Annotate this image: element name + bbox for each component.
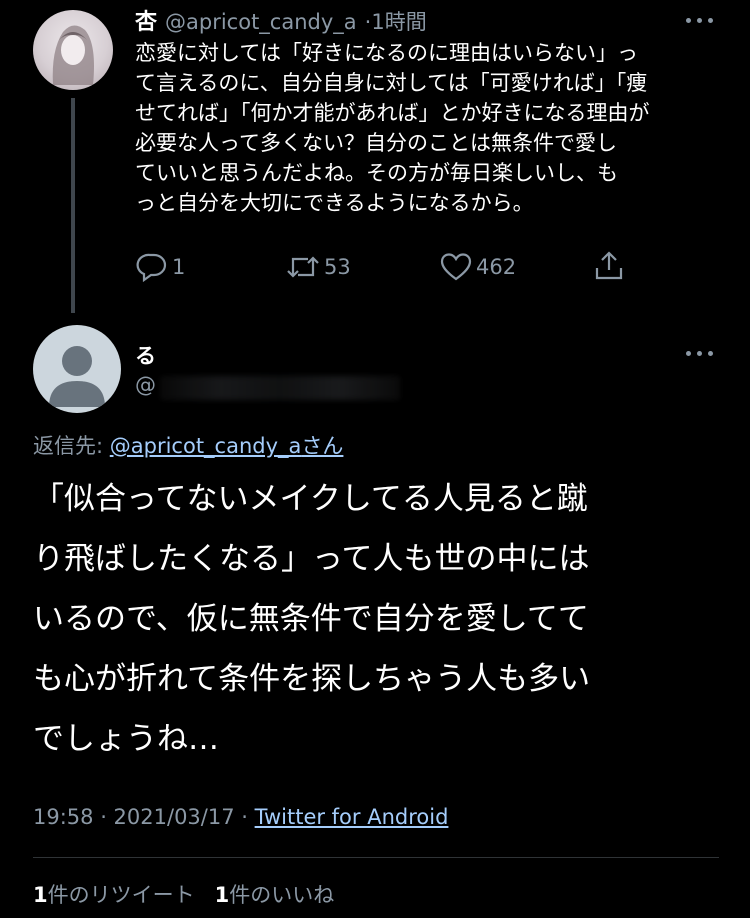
reply-meta: 19:58 · 2021/03/17 · Twitter for Android [33, 805, 448, 829]
parent-more-icon[interactable] [686, 18, 713, 23]
replying-to-suffix[interactable]: さん [301, 434, 343, 458]
reply-timestamp[interactable]: 19:58 · 2021/03/17 · [33, 805, 255, 829]
retweet-stat[interactable]: 1件のリツイート [33, 879, 195, 909]
retweet-stat-count: 1 [33, 883, 48, 907]
replying-to-handle[interactable]: @apricot_candy_a [110, 434, 302, 458]
retweet-icon [287, 256, 319, 278]
share-icon [595, 251, 623, 280]
retweet-stat-label: 件のリツイート [47, 883, 195, 907]
retweet-button[interactable]: 53 [286, 252, 351, 282]
parent-time[interactable]: 1時間 [371, 6, 426, 36]
like-button[interactable]: 462 [440, 252, 516, 282]
parent-avatar[interactable] [33, 10, 113, 90]
divider [33, 857, 719, 858]
like-stat-label: 件のいいね [229, 883, 335, 907]
reply-source-link[interactable]: Twitter for Android [255, 805, 449, 829]
like-stat[interactable]: 1件のいいね [215, 879, 335, 909]
parent-tweet-text: 恋愛に対しては「好きになるのに理由はいらない」っ て言えるのに、自分自身に対して… [135, 41, 650, 215]
reply-handle[interactable]: @ [135, 373, 156, 397]
reply-tweet-text: 「似合ってないメイクしてる人見ると蹴 り飛ばしたくなる」って人も世の中には いる… [33, 481, 591, 757]
like-count: 462 [476, 255, 517, 279]
replying-to: 返信先: @apricot_candy_aさん [33, 430, 343, 460]
engagement-stats: 1件のリツイート 1件のいいね [33, 879, 334, 909]
reply-button[interactable]: 1 [136, 252, 185, 282]
reply-avatar[interactable] [33, 325, 121, 413]
reply-more-icon[interactable] [686, 351, 713, 356]
reply-count: 1 [172, 255, 186, 279]
reply-icon [136, 253, 167, 282]
retweet-count: 53 [324, 255, 351, 279]
parent-handle[interactable]: @apricot_candy_a [165, 10, 357, 34]
default-profile-icon [49, 346, 105, 407]
share-button[interactable] [593, 250, 625, 282]
replying-to-prefix: 返信先: [33, 434, 110, 458]
heart-icon [440, 253, 472, 281]
thread-line [71, 98, 75, 313]
reply-display-name[interactable]: る [135, 340, 156, 370]
parent-display-name[interactable]: 杏 [135, 4, 157, 36]
like-stat-count: 1 [214, 883, 230, 907]
avatar-illustration [52, 25, 94, 85]
redaction-blur [160, 376, 400, 400]
separator-dot: · [364, 10, 372, 34]
parent-header: 杏 @apricot_candy_a · 1時間 [135, 4, 427, 36]
